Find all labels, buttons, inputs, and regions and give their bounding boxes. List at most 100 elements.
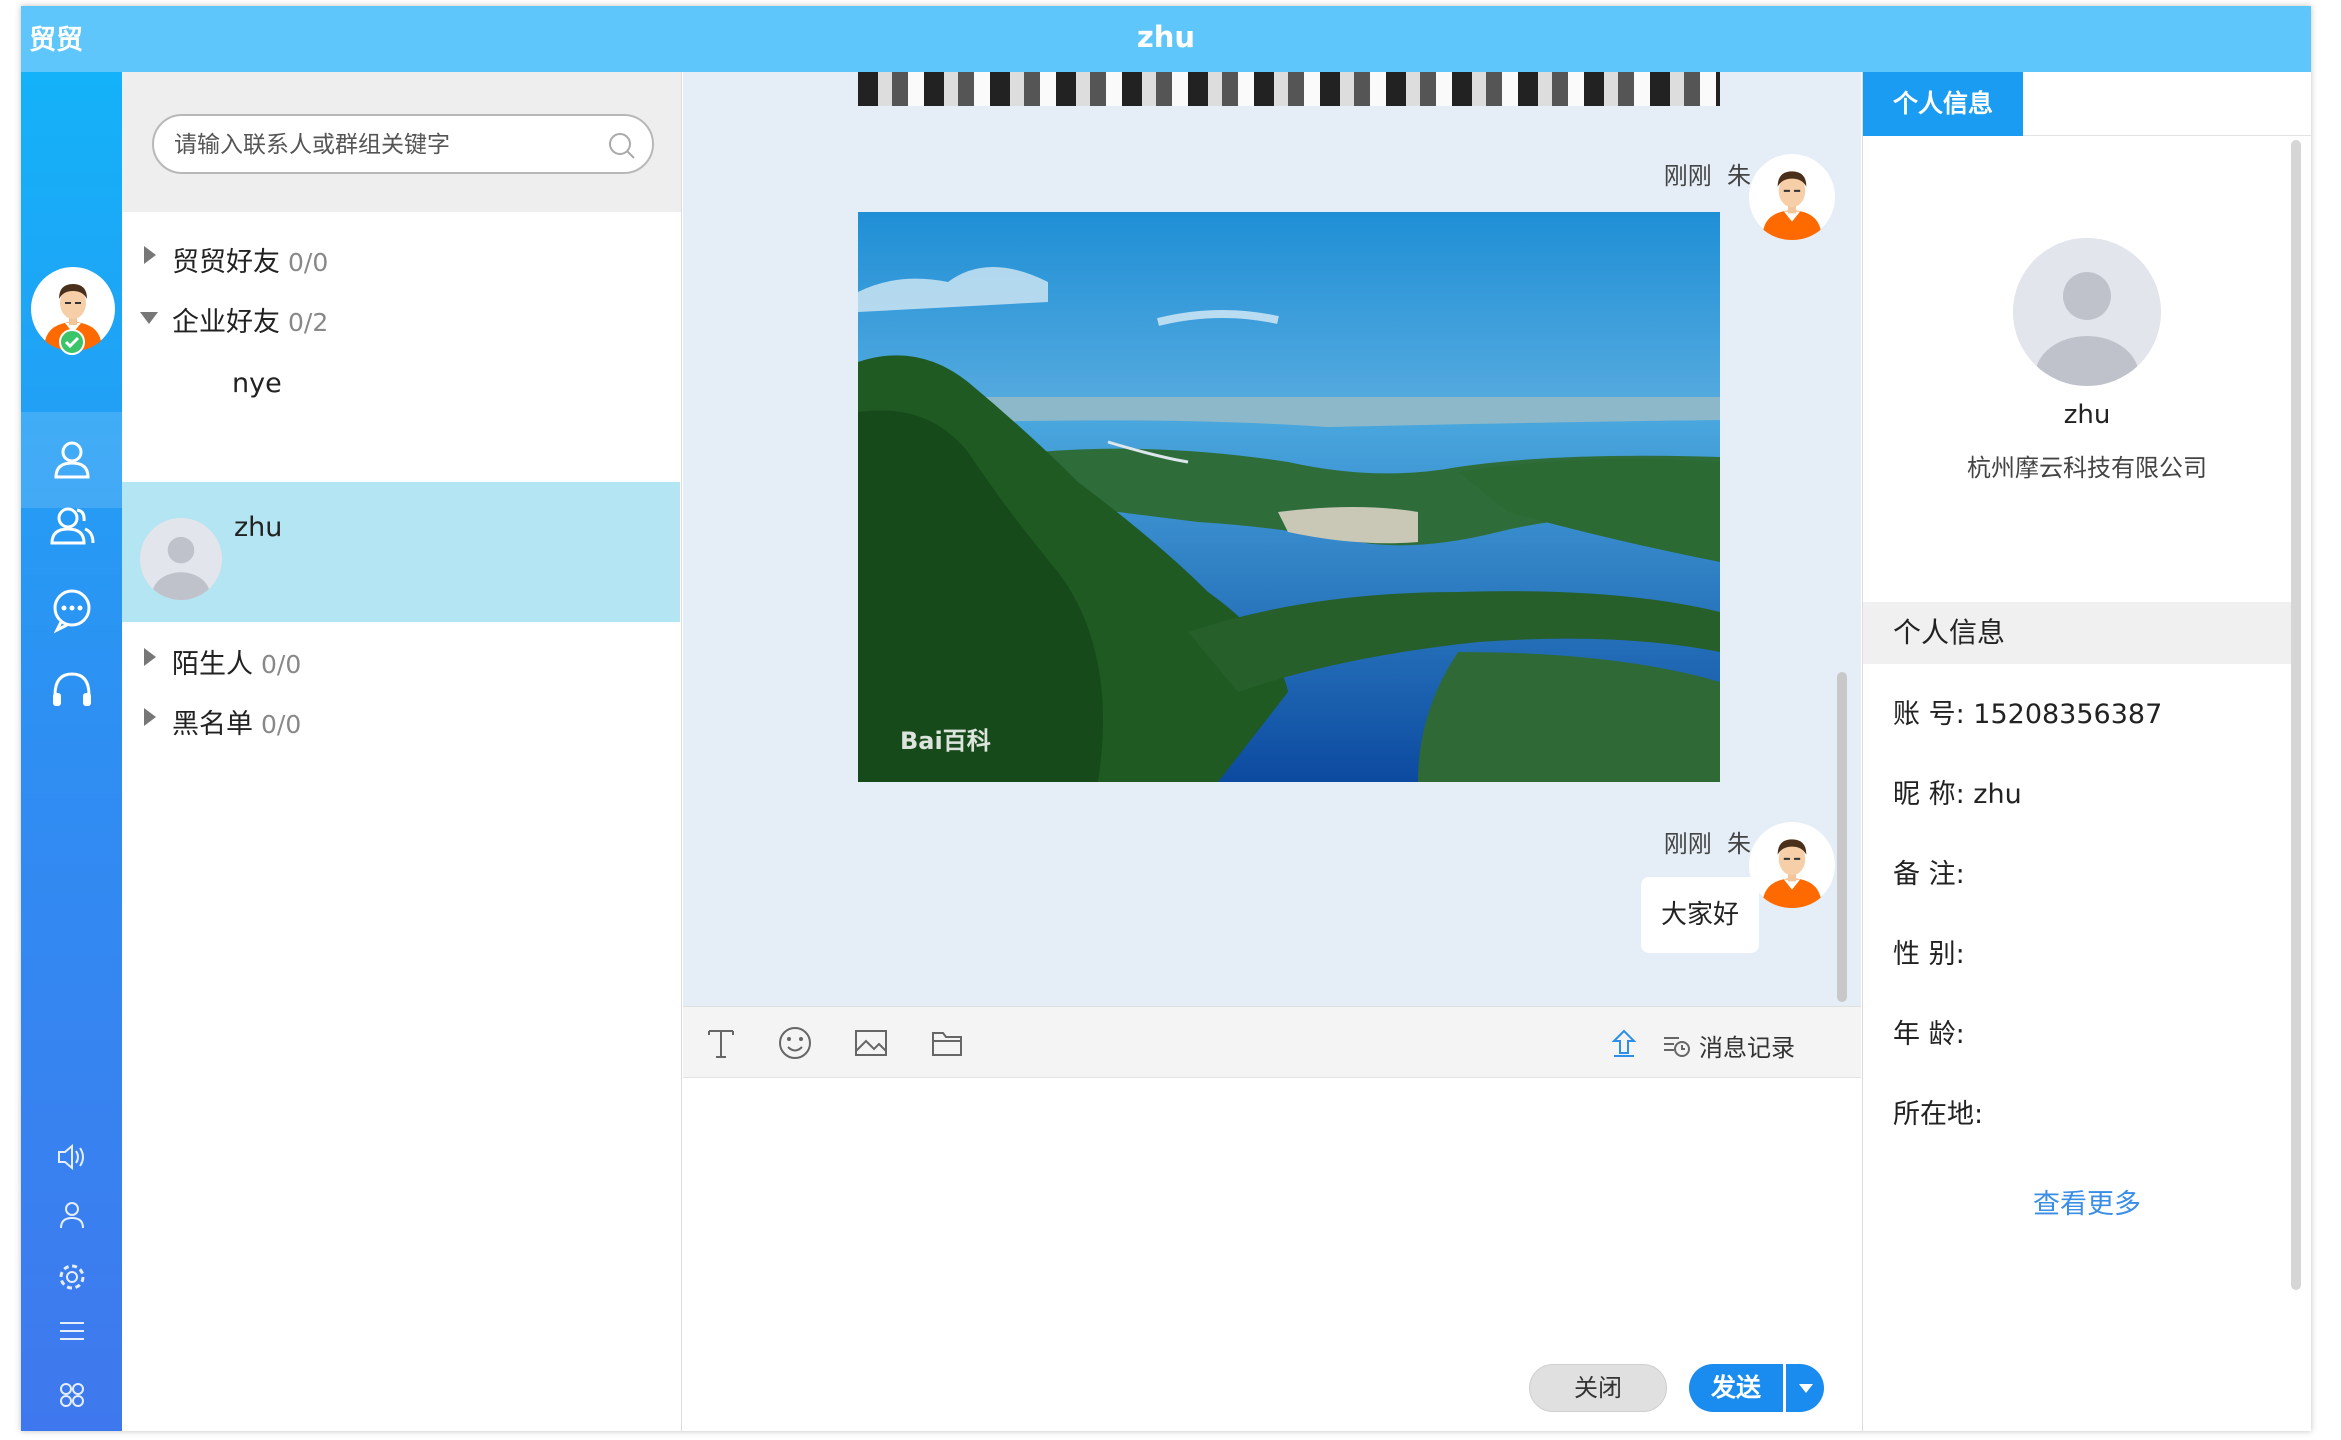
message-time: 刚刚 — [1663, 830, 1712, 858]
group-count: 0/0 — [288, 248, 329, 277]
search-box — [152, 114, 654, 174]
profile-panel: 个人信息 zhu 杭州摩云科技有限公司 个人信息 账 号: 1520835638… — [1862, 72, 2311, 1431]
group-name: 陌生人 — [172, 649, 253, 680]
field-label: 所在地: — [1893, 1099, 1984, 1130]
field-label: 昵 称: — [1893, 779, 1965, 810]
field-remark: 备 注: — [1893, 852, 1965, 891]
message-time: 刚刚 — [1663, 162, 1712, 190]
nav-groups[interactable] — [21, 478, 122, 574]
group-name: 贸贸好友 — [172, 247, 280, 278]
settings-button[interactable] — [21, 1252, 122, 1302]
profile-scrollbar[interactable] — [2291, 140, 2301, 1290]
expand-arrow-icon — [144, 708, 156, 726]
field-label: 年 龄: — [1893, 1019, 1965, 1050]
profile-avatar — [2013, 238, 2161, 386]
group-enterprise-friends[interactable]: 企业好友 0/2 — [122, 292, 681, 342]
profile-company: 杭州摩云科技有限公司 — [1967, 454, 2207, 482]
nav-support[interactable] — [21, 642, 122, 738]
apps-button[interactable] — [21, 1370, 122, 1420]
expand-arrow-icon — [144, 648, 156, 666]
window-title: zhu — [1136, 20, 1196, 54]
field-gender: 性 别: — [1893, 932, 1965, 971]
field-label: 账 号: — [1893, 699, 1965, 730]
group-count: 0/0 — [261, 650, 302, 679]
message-list[interactable]: 刚刚 朱 Bai百科 刚刚 朱 大家好 — [683, 72, 1861, 1006]
image-icon[interactable] — [851, 1023, 891, 1063]
contact-item-zhu[interactable]: zhu — [122, 482, 680, 622]
history-icon — [1664, 1037, 1690, 1057]
online-status-icon — [59, 329, 85, 355]
gear-icon — [59, 1264, 84, 1290]
group-icon — [49, 507, 94, 545]
see-more-link[interactable]: 查看更多 — [1863, 1182, 2311, 1221]
field-age: 年 龄: — [1893, 1012, 1965, 1051]
chat-scrollbar[interactable] — [1837, 672, 1847, 1002]
collapse-arrow-icon — [140, 312, 158, 324]
send-button[interactable]: 发送 — [1689, 1364, 1783, 1412]
close-button[interactable]: 关闭 — [1529, 1364, 1667, 1412]
contact-panel: 贸贸好友 0/0 企业好友 0/2 nye zhu 陌生人 0/0 黑名单 0/0 — [122, 72, 682, 1431]
speaker-icon — [57, 1143, 84, 1171]
contact-item-nye[interactable]: nye — [122, 360, 681, 420]
tab-personal-info[interactable]: 个人信息 — [1863, 72, 2023, 136]
history-label: 消息记录 — [1699, 1033, 1795, 1062]
chat-panel: 刚刚 朱 Bai百科 刚刚 朱 大家好 消息记录 关闭 发送 — [683, 72, 1861, 1431]
message-meta: 刚刚 朱 — [1664, 824, 1751, 859]
profile-tab-bar: 个人信息 — [1863, 72, 2311, 136]
menu-button[interactable] — [21, 1306, 122, 1356]
my-avatar[interactable] — [31, 267, 115, 355]
nav-rail — [21, 72, 122, 1431]
message-sender: 朱 — [1727, 162, 1751, 190]
search-icon[interactable] — [606, 130, 638, 162]
group-count: 0/0 — [261, 710, 302, 739]
field-label: 备 注: — [1893, 859, 1965, 890]
text-format-icon[interactable] — [701, 1023, 741, 1063]
compose-toolbar: 消息记录 — [683, 1006, 1861, 1078]
headset-icon — [52, 672, 91, 706]
image-message[interactable]: Bai百科 — [858, 212, 1720, 782]
group-maomao-friends[interactable]: 贸贸好友 0/0 — [122, 232, 681, 282]
default-avatar-icon — [2013, 238, 2161, 386]
message-history-button[interactable]: 消息记录 — [1661, 1025, 1795, 1065]
search-input[interactable] — [174, 126, 584, 164]
group-count: 0/2 — [288, 308, 329, 337]
group-name: 企业好友 — [172, 307, 280, 338]
field-label: 性 别: — [1893, 939, 1965, 970]
field-value: 15208356387 — [1973, 699, 2163, 730]
search-area — [122, 72, 681, 212]
default-avatar-icon — [140, 518, 222, 600]
message-sender: 朱 — [1727, 830, 1751, 858]
field-account: 账 号: 15208356387 — [1893, 692, 2162, 731]
message-input[interactable] — [683, 1078, 1861, 1358]
field-value: zhu — [1973, 779, 2022, 810]
apps-icon — [59, 1383, 84, 1407]
sender-avatar[interactable] — [1749, 822, 1835, 908]
user-icon — [59, 1202, 84, 1229]
expand-arrow-icon — [144, 246, 156, 264]
section-heading: 个人信息 — [1863, 602, 2293, 664]
sender-avatar[interactable] — [1749, 154, 1835, 240]
group-strangers[interactable]: 陌生人 0/0 — [122, 634, 681, 684]
profile-name: zhu — [2063, 400, 2111, 430]
avatar — [140, 518, 222, 600]
field-nickname: 昵 称: zhu — [1893, 772, 2022, 811]
message-meta: 刚刚 朱 — [1664, 156, 1751, 191]
emoji-icon[interactable] — [775, 1023, 815, 1063]
account-button[interactable] — [21, 1190, 122, 1240]
upload-icon[interactable] — [1606, 1025, 1642, 1061]
landscape-photo — [858, 212, 1720, 782]
menu-icon — [59, 1322, 84, 1340]
group-name: 黑名单 — [172, 709, 253, 740]
photo-watermark: Bai百科 — [900, 727, 991, 755]
contact-name: nye — [232, 368, 282, 399]
app-window: 贸贸 zhu 请输入联系人或群组关键字 贸贸好友 0/0 企业好友 0/2 ny… — [21, 6, 2311, 1431]
chat-bubble-icon — [53, 589, 90, 634]
previous-image-message[interactable] — [858, 72, 1720, 106]
title-bar: 贸贸 zhu — [21, 6, 2311, 72]
folder-icon[interactable] — [927, 1023, 967, 1063]
contact-name: zhu — [234, 512, 283, 543]
text-message-bubble[interactable]: 大家好 — [1640, 877, 1759, 953]
send-options-dropdown[interactable] — [1784, 1364, 1824, 1412]
group-blacklist[interactable]: 黑名单 0/0 — [122, 694, 681, 744]
sound-button[interactable] — [21, 1132, 122, 1182]
